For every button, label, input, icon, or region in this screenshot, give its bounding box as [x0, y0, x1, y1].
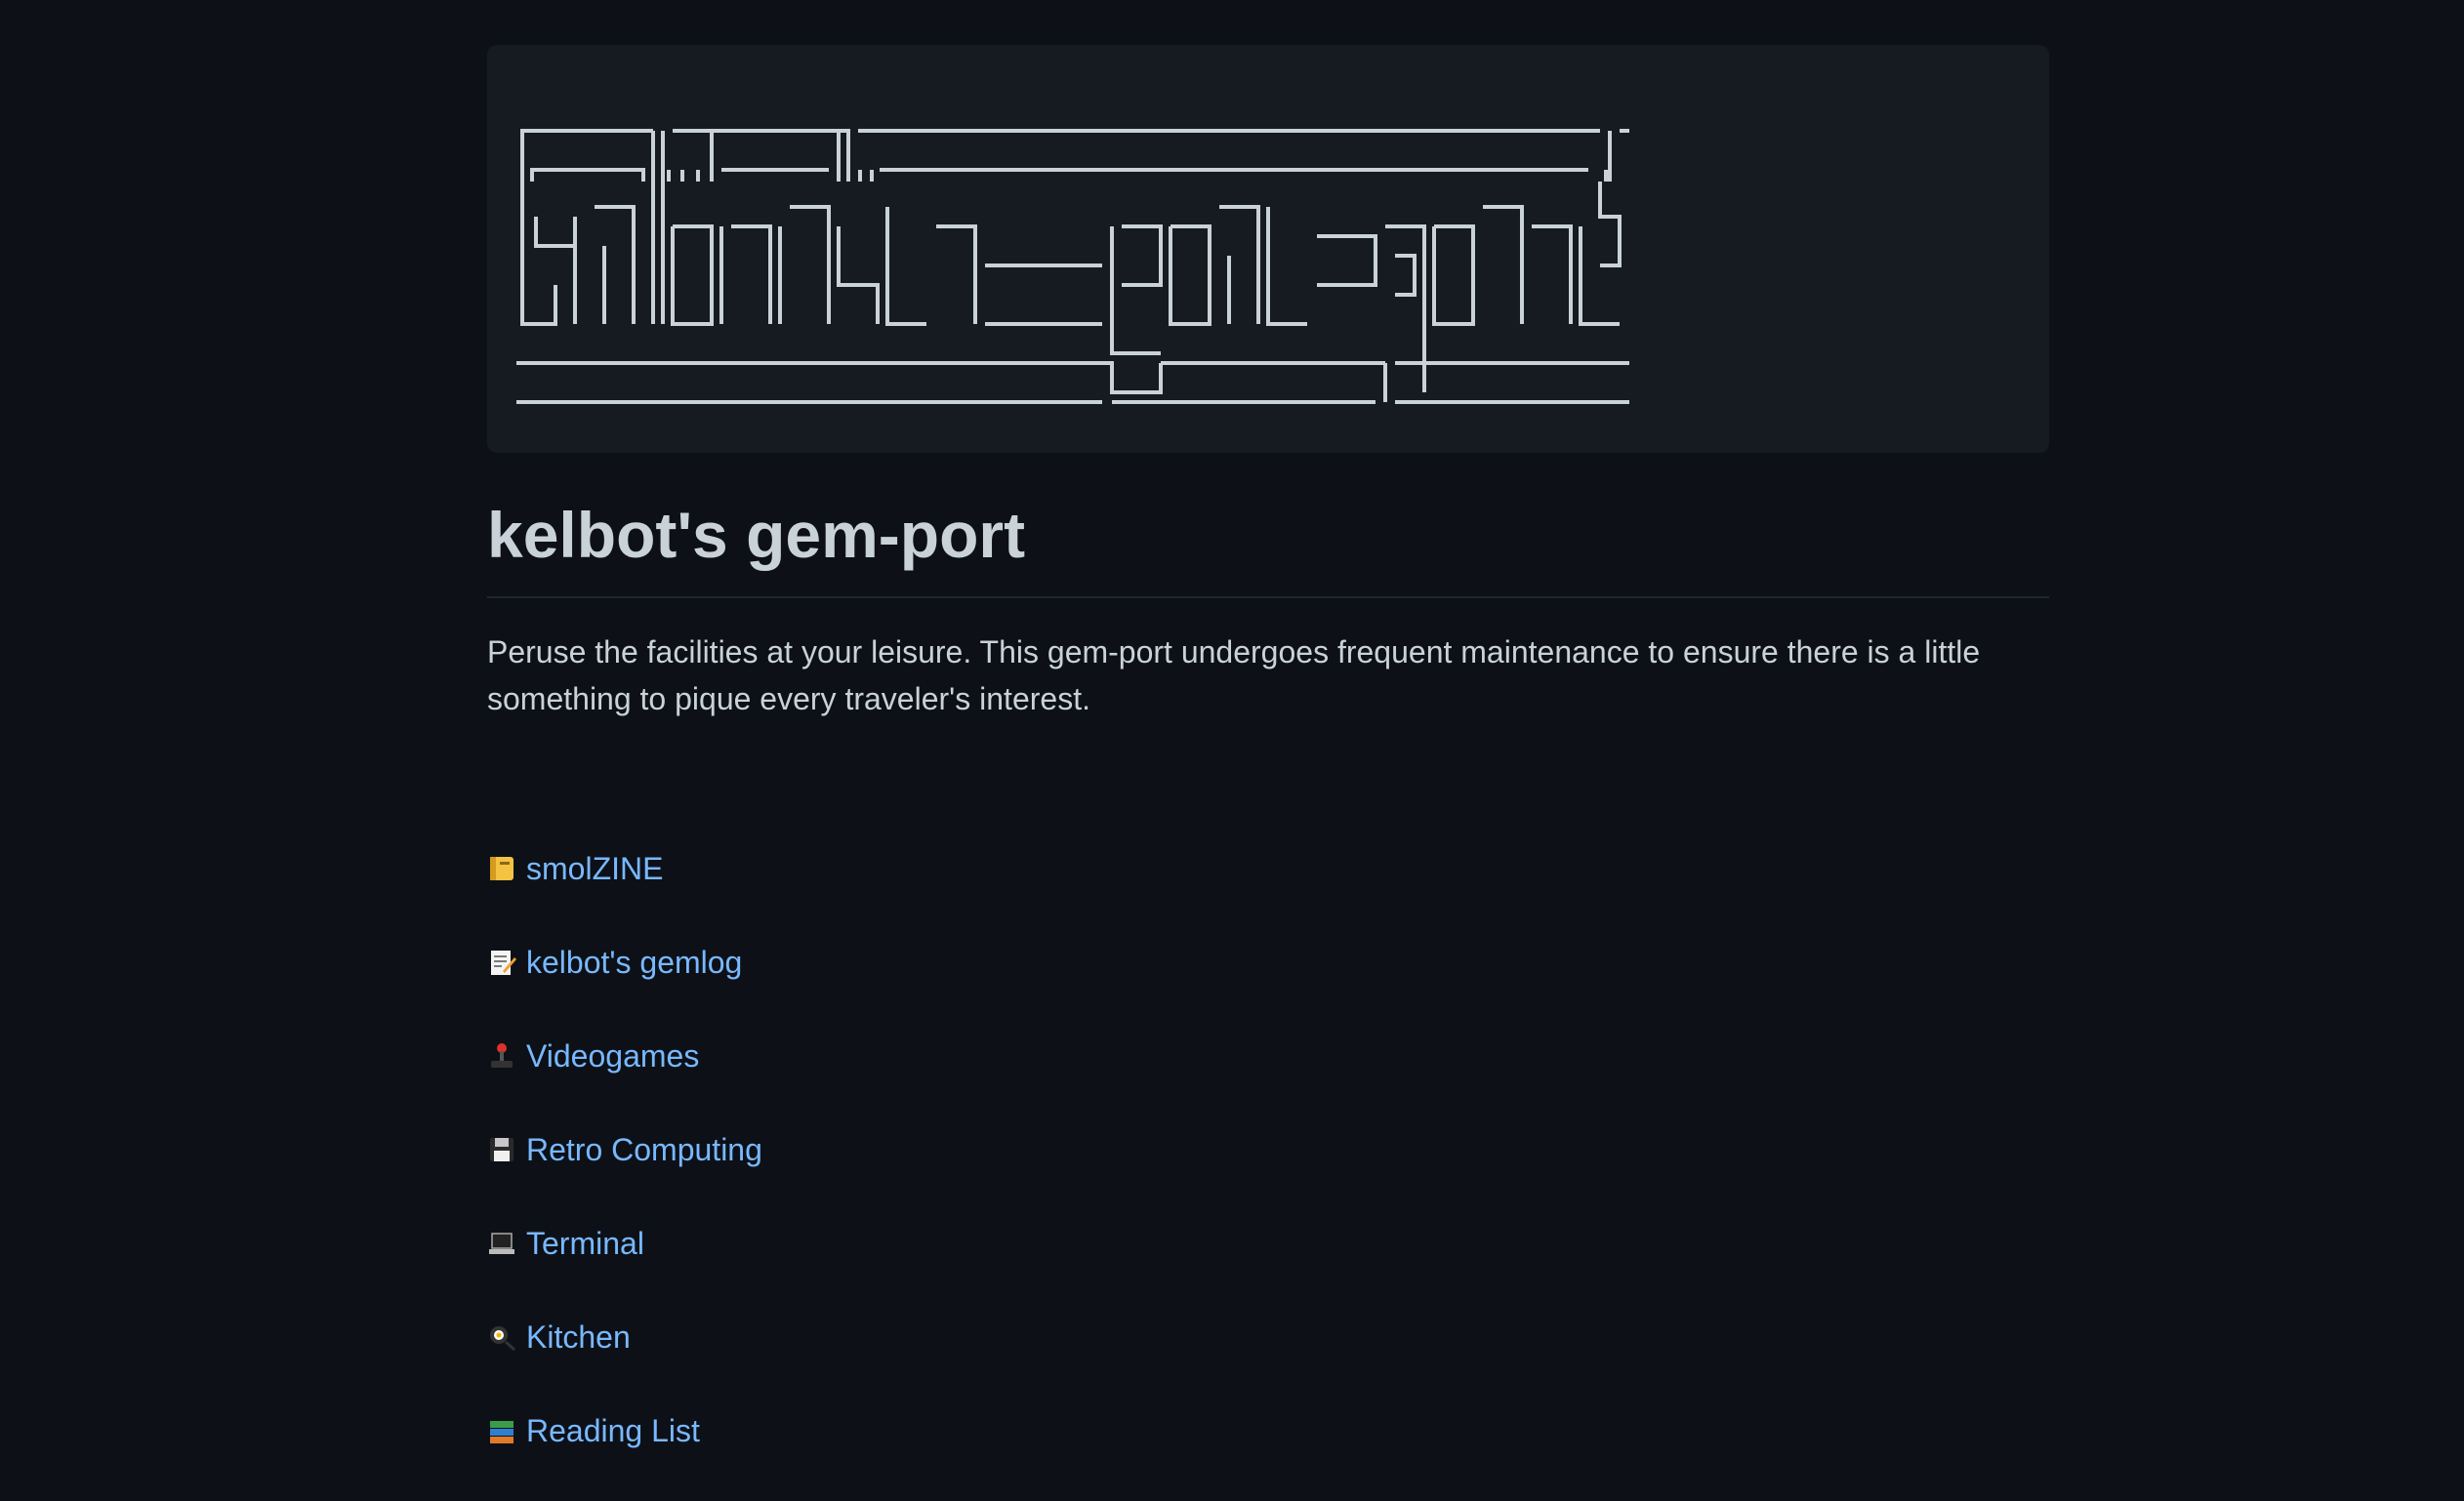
- laptop-icon: [489, 1233, 514, 1254]
- floppy-disk-icon: [490, 1138, 513, 1161]
- frying-pan-icon: [490, 1326, 515, 1352]
- list-item: Reading List: [487, 1407, 762, 1454]
- ascii-art-logo: [516, 129, 1629, 404]
- memo-icon: [491, 951, 516, 975]
- title-divider: [487, 596, 2049, 598]
- link-kitchen[interactable]: Kitchen: [526, 1319, 631, 1356]
- link-smolzine[interactable]: smolZINE: [526, 851, 663, 887]
- link-retro-computing[interactable]: Retro Computing: [526, 1132, 762, 1168]
- joystick-icon: [491, 1043, 513, 1068]
- list-item: kelbot's gemlog: [487, 939, 762, 986]
- list-item: Kitchen: [487, 1314, 762, 1360]
- link-videogames[interactable]: Videogames: [526, 1038, 699, 1075]
- notebook-icon: [490, 857, 513, 880]
- link-terminal[interactable]: Terminal: [526, 1226, 644, 1262]
- list-item: smolZINE: [487, 845, 762, 892]
- books-icon: [490, 1421, 513, 1443]
- list-item: Retro Computing: [487, 1126, 762, 1173]
- list-item: Videogames: [487, 1033, 762, 1079]
- link-list: smolZINE kelbot's gemlog Videogames Retr…: [487, 845, 762, 1501]
- page-title: kelbot's gem-port: [487, 499, 1026, 571]
- intro-paragraph: Peruse the facilities at your leisure. T…: [487, 634, 1981, 716]
- ascii-banner: [487, 45, 2049, 453]
- link-gemlog[interactable]: kelbot's gemlog: [526, 945, 742, 981]
- list-item: Terminal: [487, 1220, 762, 1267]
- link-reading-list[interactable]: Reading List: [526, 1413, 700, 1449]
